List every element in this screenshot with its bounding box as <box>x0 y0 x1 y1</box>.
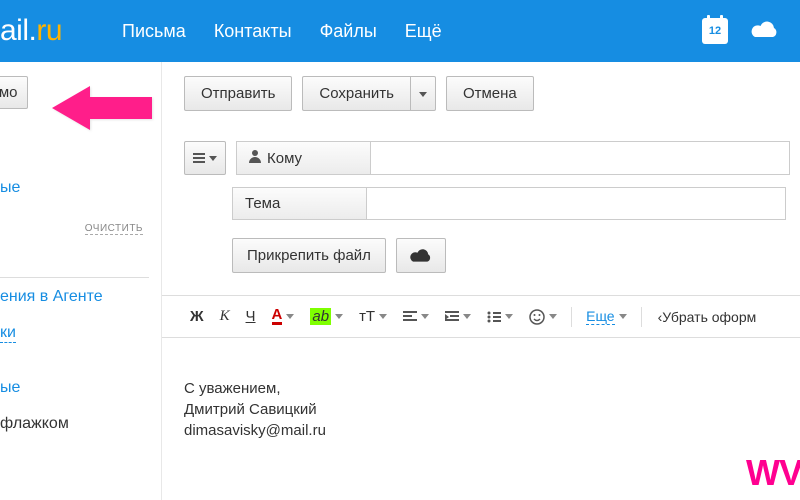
sidebar-link-4[interactable]: ые <box>0 379 149 397</box>
sidebar-separator <box>0 277 149 278</box>
highlight-button[interactable]: ab <box>304 304 349 329</box>
remove-format-button[interactable]: Убрать оформ <box>658 309 757 325</box>
caret-down-icon <box>419 92 427 97</box>
watermark: WV <box>746 452 800 494</box>
highlight-icon: ab <box>310 308 331 325</box>
editor-more-label: Еще <box>586 308 615 325</box>
bold-button[interactable]: Ж <box>184 304 210 329</box>
editor-more-button[interactable]: Еще <box>580 304 633 329</box>
text-color-icon: А <box>272 308 283 325</box>
to-field-row: Кому <box>184 141 800 175</box>
align-left-icon <box>403 311 417 323</box>
attach-row: Прикрепить файл <box>232 238 800 273</box>
app-header: ail.ru Письма Контакты Файлы Ещё 12 <box>0 0 800 62</box>
nav-letters[interactable]: Письма <box>122 21 186 42</box>
compose-main: Отправить Сохранить Отмена Кому Тем <box>162 62 800 500</box>
nav-files[interactable]: Файлы <box>320 21 377 42</box>
subject-field-row: Тема <box>232 187 800 220</box>
subject-input[interactable] <box>366 187 786 220</box>
underline-button[interactable]: Ч <box>240 304 262 329</box>
header-icons: 12 <box>702 18 790 44</box>
text-color-button[interactable]: А <box>266 304 301 329</box>
logo: ail.ru <box>0 14 62 48</box>
send-button[interactable]: Отправить <box>184 76 292 111</box>
list-button[interactable] <box>481 307 519 327</box>
sidebar-link-ki[interactable]: ки <box>0 324 16 343</box>
italic-button[interactable]: К <box>214 304 236 329</box>
to-label[interactable]: Кому <box>236 141 370 175</box>
indent-icon <box>445 311 459 323</box>
signature-line-1: С уважением, <box>184 378 800 399</box>
sidebar: ьмо ые очистить ения в Агенте ки ые флаж… <box>0 62 162 500</box>
save-button[interactable]: Сохранить <box>302 76 411 111</box>
attach-cloud-button[interactable] <box>396 238 446 273</box>
indent-button[interactable] <box>439 307 477 327</box>
compose-toolbar: Отправить Сохранить Отмена <box>184 76 800 111</box>
nav-contacts[interactable]: Контакты <box>214 21 292 42</box>
cancel-button[interactable]: Отмена <box>446 76 534 111</box>
pointer-arrow-icon <box>52 84 152 135</box>
attach-file-button[interactable]: Прикрепить файл <box>232 238 386 273</box>
signature-line-2: Дмитрий Савицкий <box>184 399 800 420</box>
save-button-group: Сохранить <box>302 76 436 111</box>
toolbar-separator <box>641 307 642 327</box>
sidebar-link-flag[interactable]: флажком <box>0 415 149 433</box>
person-icon <box>249 149 261 167</box>
field-menu-button[interactable] <box>184 141 226 175</box>
list-icon <box>487 311 501 323</box>
calendar-icon[interactable]: 12 <box>702 18 728 44</box>
message-body[interactable]: С уважением, Дмитрий Савицкий dimasavisk… <box>184 338 800 441</box>
logo-text: ail <box>0 14 29 47</box>
smiley-icon <box>529 309 545 325</box>
sidebar-link-1[interactable]: ые <box>0 179 149 197</box>
subject-label: Тема <box>232 187 366 220</box>
compose-button[interactable]: ьмо <box>0 76 28 109</box>
signature-line-3: dimasavisky@mail.ru <box>184 420 800 441</box>
logo-ru: ru <box>36 14 62 47</box>
to-input[interactable] <box>370 141 790 175</box>
emoji-button[interactable] <box>523 305 563 329</box>
top-nav: Письма Контакты Файлы Ещё <box>122 21 442 42</box>
sidebar-link-agent[interactable]: ения в Агенте <box>0 288 149 306</box>
cloud-icon[interactable] <box>750 20 780 43</box>
font-size-icon: тT <box>359 308 375 325</box>
align-button[interactable] <box>397 307 435 327</box>
fields-area: Кому Тема <box>184 141 800 220</box>
hamburger-icon <box>193 151 205 165</box>
save-dropdown-button[interactable] <box>411 76 436 111</box>
editor-toolbar: Ж К Ч А ab тT Еще Убрать оформ <box>162 295 800 338</box>
toolbar-separator <box>571 307 572 327</box>
to-label-text: Кому <box>267 150 302 167</box>
caret-down-icon <box>209 156 217 161</box>
clear-link[interactable]: очистить <box>85 223 143 235</box>
nav-more[interactable]: Ещё <box>405 21 442 42</box>
font-size-button[interactable]: тT <box>353 304 393 329</box>
